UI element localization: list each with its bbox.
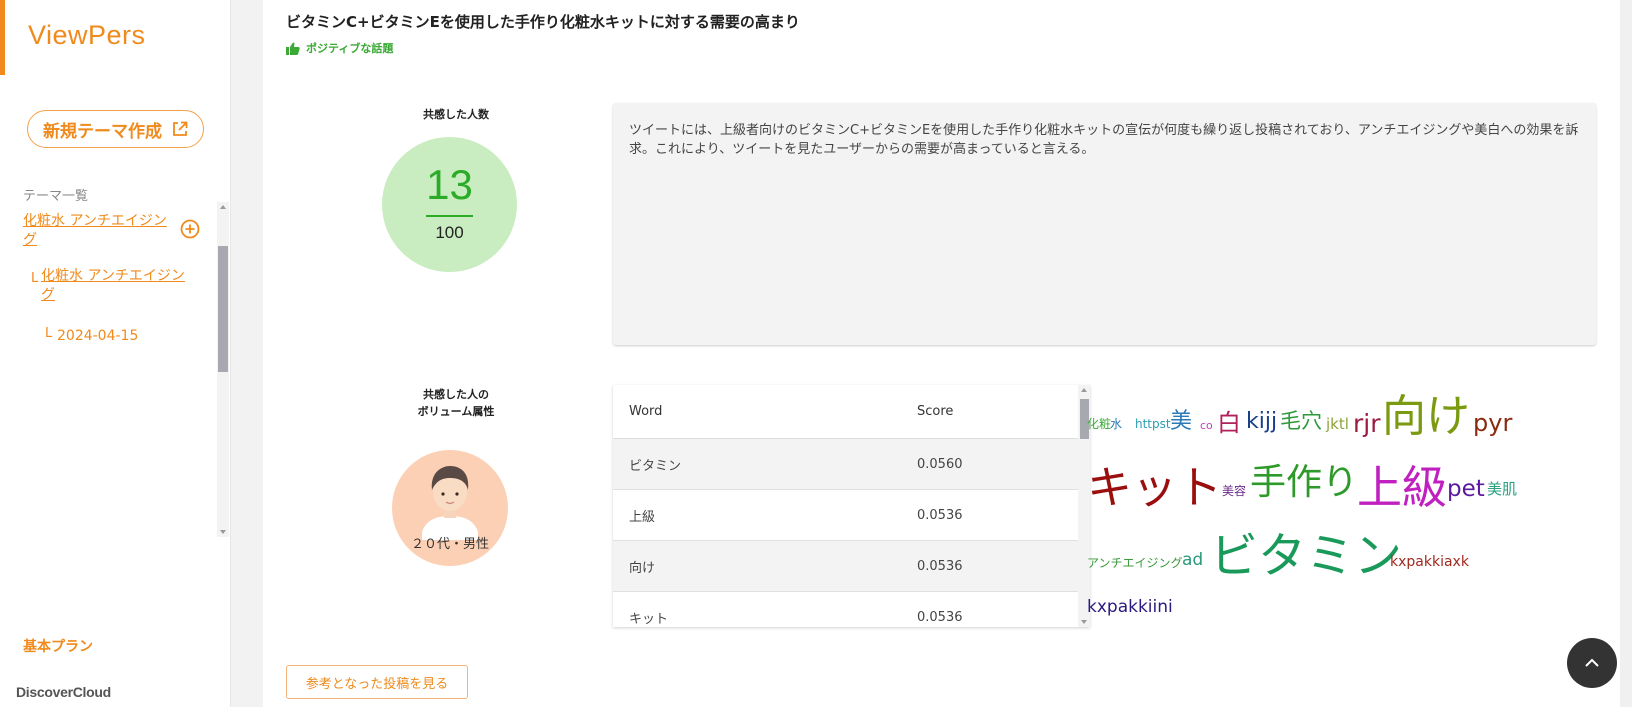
volume-attribute-label: 共感した人の ボリューム属性 [381, 386, 531, 420]
avatar: ２０代・男性 [392, 450, 508, 566]
scrollbar-thumb[interactable] [218, 246, 228, 372]
theme-child-link[interactable]: 化粧水 アンチエイジン グ [41, 267, 185, 305]
word-cloud-word: 上級 [1357, 461, 1448, 514]
word-cloud-word: jktl [1326, 415, 1349, 433]
word-cloud-word: 毛穴 [1280, 409, 1322, 433]
cell-word: ビタミン [629, 458, 682, 474]
word-cloud-word: キット [1087, 461, 1223, 514]
word-cloud-word: 手作り [1250, 462, 1359, 503]
cell-word: 向け [629, 560, 656, 576]
table-row: ビタミン 0.0560 [613, 439, 1090, 490]
volume-label-line2: ボリューム属性 [417, 405, 495, 418]
scroll-down-icon[interactable] [220, 530, 226, 534]
plan-label: 基本プラン [23, 639, 93, 655]
word-cloud-word: httpst [1135, 417, 1171, 431]
theme-child-line1: 化粧水 アンチエイジン [41, 268, 185, 284]
sidebar-scrollbar[interactable] [217, 202, 229, 537]
brand-accent-bar [0, 0, 5, 75]
scroll-to-top-button[interactable] [1567, 638, 1617, 688]
cell-score: 0.0536 [917, 507, 963, 523]
empathy-label: 共感した人数 [423, 108, 489, 121]
cell-score: 0.0536 [917, 609, 963, 625]
header-word[interactable]: Word [613, 404, 917, 419]
theme-child-line2: グ [41, 287, 55, 303]
empathy-score-circle: 13 100 [382, 137, 517, 272]
word-cloud-word: 美 [1170, 409, 1193, 434]
word-cloud-word: 美容 [1222, 484, 1247, 498]
tree-prefix: L [31, 271, 39, 286]
word-cloud-word: ビタミン [1210, 528, 1403, 584]
external-link-icon [173, 121, 188, 136]
topic-title: ビタミンC+ビタミンEを使用した手作り化粧水キットに対する需要の高まり [286, 13, 800, 31]
table-row: 向け 0.0536 [613, 541, 1090, 592]
add-circle-icon[interactable] [180, 219, 200, 239]
word-cloud-word: 白 [1217, 409, 1241, 437]
cell-score: 0.0536 [917, 558, 963, 574]
scrollbar-thumb[interactable] [1080, 399, 1089, 439]
scroll-down-icon[interactable] [1081, 620, 1087, 624]
empathy-total: 100 [435, 223, 464, 242]
word-cloud-word: 化粧 [1087, 417, 1112, 431]
word-cloud-word: 向け [1382, 391, 1470, 442]
theme-root-line2: グ [23, 232, 37, 248]
summary-text: ツイートには、上級者向けのビタミンC+ビタミンEを使用した手作り化粧水キットの宣… [629, 123, 1579, 157]
word-cloud-word: pyr [1473, 409, 1513, 437]
scroll-up-icon[interactable] [220, 205, 226, 209]
discovercloud-logo: DiscoverCloud [16, 684, 111, 700]
new-theme-label: 新規テーマ作成 [43, 121, 162, 142]
word-cloud-word: kijj [1246, 409, 1278, 434]
summary-panel: ツイートには、上級者向けのビタミンC+ビタミンEを使用した手作り化粧水キットの宣… [613, 103, 1596, 345]
theme-date-link[interactable]: 2024-04-15 [57, 328, 138, 344]
sidebar: ViewPers 新規テーマ作成 テーマ一覧 化粧水 アンチエイジン グ L 化… [0, 0, 231, 707]
view-reference-posts-button[interactable]: 参考となった投稿を見る [286, 665, 468, 699]
cell-score: 0.0560 [917, 456, 963, 472]
word-cloud-word: kxpakkiini [1087, 597, 1173, 617]
word-cloud-word: kxpakkiaxk [1390, 554, 1469, 570]
fraction-divider [426, 215, 473, 217]
table-scrollbar[interactable] [1078, 385, 1090, 627]
tree-prefix: L [45, 326, 53, 341]
new-theme-button[interactable]: 新規テーマ作成 [27, 110, 204, 148]
cell-word: キット [629, 611, 669, 627]
page-scrollbar[interactable] [1620, 0, 1632, 707]
word-cloud-word: rjr [1353, 409, 1381, 438]
thumbs-up-icon [286, 42, 300, 55]
cell-word: 上級 [629, 509, 656, 525]
volume-label-line1: 共感した人の [423, 388, 489, 401]
table-header: Word Score [613, 385, 1090, 439]
word-cloud-word: 美肌 [1487, 480, 1518, 498]
word-cloud-word: アンチエイジング [1087, 556, 1183, 570]
chevron-up-icon [1585, 658, 1599, 667]
header-score[interactable]: Score [917, 404, 1067, 419]
sentiment-badge: ポジティブな話題 [286, 40, 393, 56]
app-logo[interactable]: ViewPers [28, 20, 146, 51]
word-cloud-word: ad [1182, 550, 1204, 570]
theme-tree: 化粧水 アンチエイジン グ L 化粧水 アンチエイジン グ L 2024-04-… [18, 202, 230, 537]
table-row: 上級 0.0536 [613, 490, 1090, 541]
word-cloud-word: pet [1447, 476, 1485, 502]
volume-attribute-caption: ２０代・男性 [410, 537, 489, 552]
word-cloud-word: co [1200, 419, 1213, 432]
word-cloud-word: 水 [1110, 417, 1123, 431]
sentiment-label: ポジティブな話題 [306, 42, 394, 55]
scroll-up-icon[interactable] [1081, 388, 1087, 392]
theme-root-line1: 化粧水 アンチエイジン [23, 213, 167, 229]
table-row: キット 0.0536 [613, 592, 1090, 627]
empathy-count: 13 [426, 161, 473, 208]
theme-root-link[interactable]: 化粧水 アンチエイジン グ [23, 212, 167, 250]
topic-card: ビタミンC+ビタミンEを使用した手作り化粧水キットに対する需要の高まり ポジティ… [263, 0, 1620, 707]
word-score-table: Word Score ビタミン 0.0560 上級 0.0536 向け 0.05… [613, 385, 1090, 627]
